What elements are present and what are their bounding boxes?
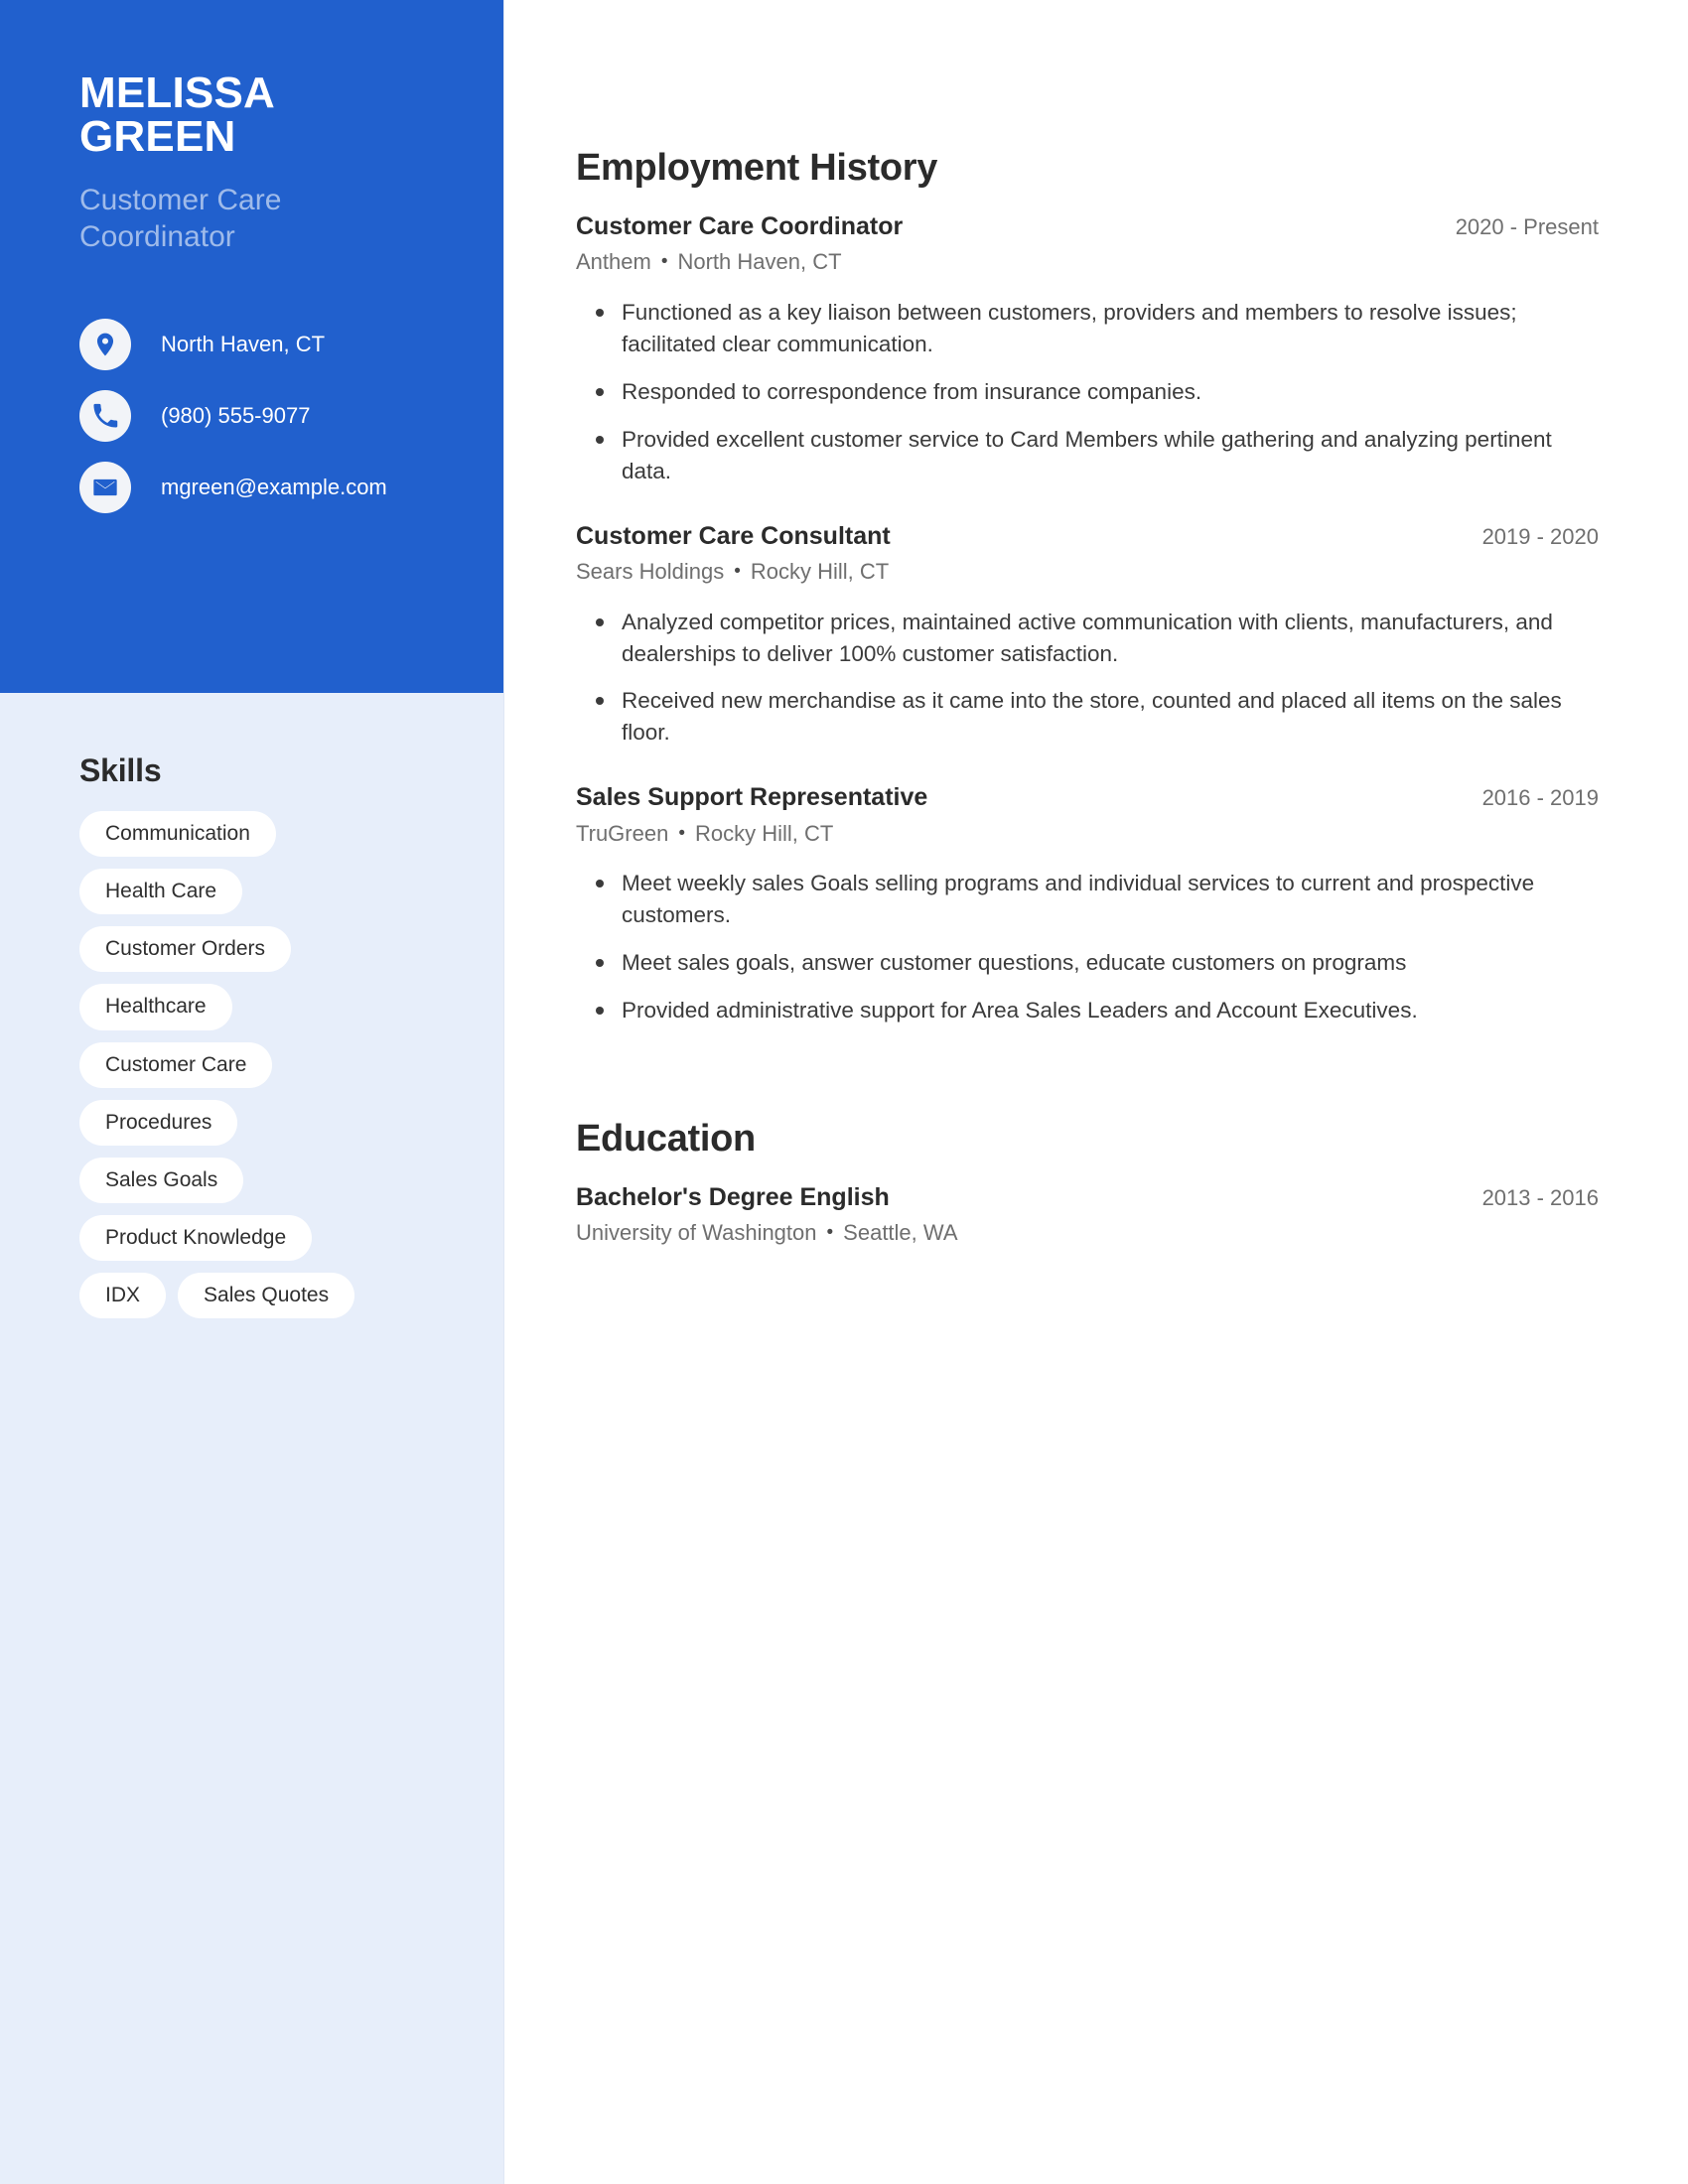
bullet-item: Provided excellent customer service to C… bbox=[576, 424, 1599, 487]
contact-location-text: North Haven, CT bbox=[161, 332, 326, 357]
resume-page: MELISSA GREEN Customer Care Coordinator … bbox=[0, 0, 1688, 2184]
entry-dates: 2013 - 2016 bbox=[1481, 1185, 1599, 1210]
education-heading: Education bbox=[576, 1118, 756, 1160]
contact-phone-text: (980) 555-9077 bbox=[161, 403, 311, 429]
entry-header: Bachelor's Degree English 2013 - 2016 bbox=[576, 1182, 1599, 1213]
entry-header: Customer Care Coordinator 2020 - Present bbox=[576, 211, 1599, 242]
bullet-item: Functioned as a key liaison between cust… bbox=[576, 297, 1599, 360]
entry-location: North Haven, CT bbox=[677, 249, 842, 275]
entry-school: University of Washington bbox=[576, 1220, 817, 1246]
first-name: MELISSA bbox=[79, 68, 275, 117]
skill-tag: Product Knowledge bbox=[79, 1214, 313, 1262]
entry-role: Customer Care Consultant bbox=[576, 521, 891, 550]
entry-location: Seattle, WA bbox=[843, 1220, 958, 1246]
meta-separator-dot-icon: • bbox=[826, 1222, 834, 1244]
entry-meta: Anthem • North Haven, CT bbox=[576, 248, 1599, 277]
main-content: Employment History Customer Care Coordin… bbox=[504, 0, 1688, 2184]
employment-entry: Customer Care Coordinator 2020 - Present… bbox=[576, 211, 1599, 487]
entry-role: Customer Care Coordinator bbox=[576, 212, 904, 240]
contact-email-text: mgreen@example.com bbox=[161, 475, 387, 500]
entry-meta: Sears Holdings • Rocky Hill, CT bbox=[576, 558, 1599, 587]
employment-entry: Sales Support Representative 2016 - 2019… bbox=[576, 782, 1599, 1026]
contact-item-location: North Haven, CT bbox=[79, 319, 434, 371]
sidebar-header: MELISSA GREEN Customer Care Coordinator … bbox=[0, 0, 503, 693]
last-name: GREEN bbox=[79, 112, 236, 161]
bullet-item: Meet sales goals, answer customer questi… bbox=[576, 947, 1599, 979]
skill-tag: Sales Quotes bbox=[178, 1273, 355, 1319]
bullet-item: Responded to correspondence from insuran… bbox=[576, 376, 1599, 408]
bullet-item: Analyzed competitor prices, maintained a… bbox=[576, 607, 1599, 670]
entry-meta: University of Washington • Seattle, WA bbox=[576, 1219, 1599, 1248]
job-title: Customer Care Coordinator bbox=[79, 184, 282, 253]
entry-meta: TruGreen • Rocky Hill, CT bbox=[576, 820, 1599, 849]
page-title: MELISSA GREEN bbox=[79, 71, 434, 159]
entry-location: Rocky Hill, CT bbox=[694, 820, 834, 846]
skills-section: Skills Communication Health Care Custome… bbox=[0, 693, 503, 1319]
entry-dates: 2019 - 2020 bbox=[1481, 523, 1599, 549]
entry-bullet-list: Analyzed competitor prices, maintained a… bbox=[576, 607, 1599, 750]
entry-company: Anthem bbox=[576, 249, 651, 275]
meta-separator-dot-icon: • bbox=[660, 251, 668, 273]
skills-heading: Skills bbox=[79, 752, 162, 788]
education-entry: Bachelor's Degree English 2013 - 2016 Un… bbox=[576, 1182, 1599, 1248]
skill-tag: Healthcare bbox=[79, 984, 232, 1030]
entry-header: Sales Support Representative 2016 - 2019 bbox=[576, 782, 1599, 813]
skill-tag: Communication bbox=[79, 811, 276, 858]
skill-tag: Customer Orders bbox=[79, 926, 292, 973]
skill-tag: Customer Care bbox=[79, 1041, 273, 1088]
employment-history-heading: Employment History bbox=[576, 147, 938, 189]
bullet-item: Received new merchandise as it came into… bbox=[576, 685, 1599, 749]
meta-separator-dot-icon: • bbox=[678, 822, 685, 844]
entry-bullet-list: Functioned as a key liaison between cust… bbox=[576, 297, 1599, 487]
envelope-icon bbox=[79, 462, 131, 514]
entry-dates: 2020 - Present bbox=[1455, 214, 1599, 239]
skill-tag: Procedures bbox=[79, 1099, 238, 1146]
contact-list: North Haven, CT (980) 555-9077 mgreen@ex… bbox=[79, 319, 434, 514]
bullet-item: Meet weekly sales Goals selling programs… bbox=[576, 868, 1599, 931]
entry-bullet-list: Meet weekly sales Goals selling programs… bbox=[576, 868, 1599, 1026]
location-pin-icon bbox=[79, 319, 131, 371]
phone-icon bbox=[79, 390, 131, 443]
entry-degree: Bachelor's Degree English bbox=[576, 1183, 890, 1211]
entry-company: Sears Holdings bbox=[576, 558, 725, 584]
meta-separator-dot-icon: • bbox=[734, 560, 741, 582]
skill-tag: Sales Goals bbox=[79, 1157, 244, 1203]
entry-dates: 2016 - 2019 bbox=[1481, 785, 1599, 811]
entry-header: Customer Care Consultant 2019 - 2020 bbox=[576, 521, 1599, 552]
contact-item-email: mgreen@example.com bbox=[79, 462, 434, 514]
skill-tag: IDX bbox=[79, 1273, 167, 1319]
entry-company: TruGreen bbox=[576, 820, 669, 846]
entry-role: Sales Support Representative bbox=[576, 783, 928, 812]
skill-tag-list: Communication Health Care Customer Order… bbox=[79, 811, 407, 1319]
contact-item-phone: (980) 555-9077 bbox=[79, 390, 434, 443]
entry-location: Rocky Hill, CT bbox=[750, 558, 890, 584]
sidebar: MELISSA GREEN Customer Care Coordinator … bbox=[0, 0, 504, 2184]
bullet-item: Provided administrative support for Area… bbox=[576, 995, 1599, 1026]
skill-tag: Health Care bbox=[79, 869, 243, 915]
employment-entry: Customer Care Consultant 2019 - 2020 Sea… bbox=[576, 521, 1599, 750]
